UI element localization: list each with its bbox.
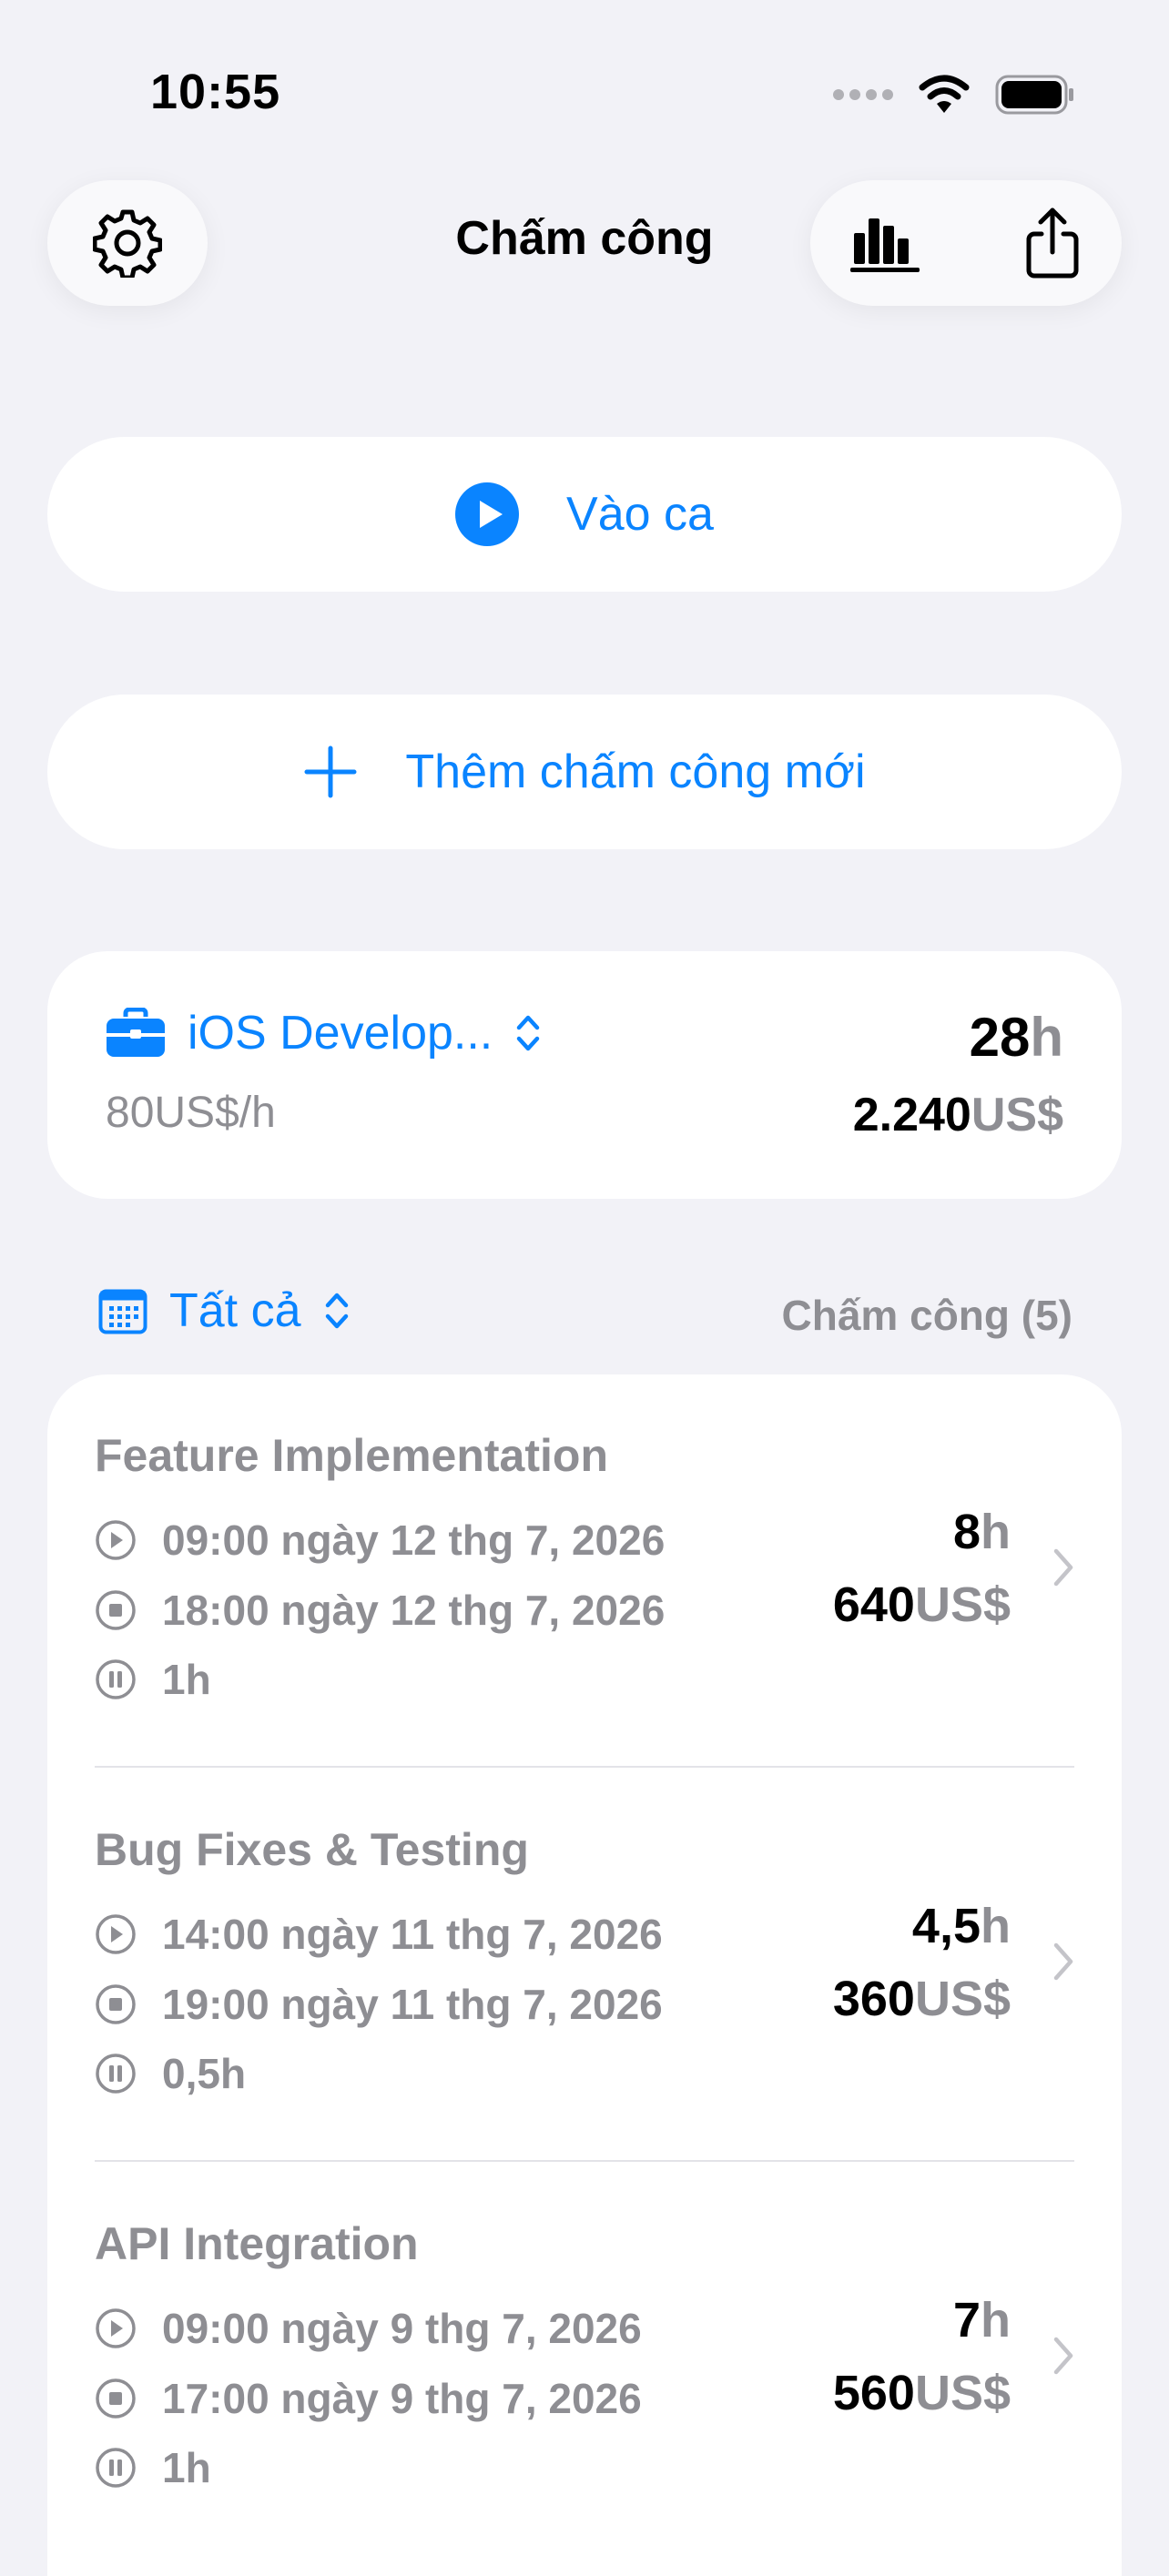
end-time-icon xyxy=(96,2378,136,2419)
entry-start: 09:00 ngày 12 thg 7, 2026 xyxy=(95,1516,665,1565)
job-summary-card: iOS Develop... 80US$/h 28h 2.240US$ xyxy=(47,951,1122,1199)
date-filter-selector[interactable]: Tất cả xyxy=(98,1283,351,1338)
entry-hours: 7h xyxy=(952,2293,1011,2348)
entry-title: API Integration xyxy=(95,2218,419,2269)
entry-start: 09:00 ngày 9 thg 7, 2026 xyxy=(95,2304,642,2353)
status-icons xyxy=(833,67,1075,122)
statistics-chart-icon[interactable] xyxy=(850,213,920,273)
chevron-right-icon xyxy=(1053,1548,1073,1587)
play-circle-icon xyxy=(455,482,520,546)
chevron-right-icon xyxy=(1053,1942,1073,1981)
share-icon[interactable] xyxy=(1023,207,1082,279)
entry-hours: 8h xyxy=(952,1505,1011,1559)
end-time-icon xyxy=(96,1984,136,2024)
timesheet-entry[interactable]: Feature Implementation 09:00 ngày 12 thg… xyxy=(47,1374,1122,1769)
chevron-up-down-icon xyxy=(325,1293,348,1329)
entry-amount: 360US$ xyxy=(832,1972,1011,2026)
entry-break: 1h xyxy=(95,1655,211,1704)
status-time: 10:55 xyxy=(150,65,281,119)
entry-amount: 560US$ xyxy=(832,2366,1011,2420)
date-filter-label: Tất cả xyxy=(169,1284,301,1337)
job-total-hours: 28h xyxy=(969,1007,1063,1068)
timesheet-entry[interactable]: API Integration 09:00 ngày 9 thg 7, 2026… xyxy=(47,2163,1122,2557)
start-time-icon xyxy=(96,2308,136,2348)
entry-end: 18:00 ngày 12 thg 7, 2026 xyxy=(95,1586,665,1635)
pause-icon xyxy=(96,1659,136,1699)
chevron-right-icon xyxy=(1053,2337,1073,2375)
cellular-signal-icon xyxy=(833,89,893,100)
clock-in-label: Vào ca xyxy=(566,488,714,541)
entry-end: 17:00 ngày 9 thg 7, 2026 xyxy=(95,2374,642,2423)
timesheet-count: Chấm công (5) xyxy=(781,1292,1072,1339)
list-divider xyxy=(95,2160,1074,2162)
calendar-icon xyxy=(98,1289,147,1334)
list-divider xyxy=(95,1766,1074,1768)
nav-right-buttons xyxy=(810,180,1122,306)
add-timesheet-label: Thêm chấm công mới xyxy=(405,745,866,798)
chevron-up-down-icon xyxy=(517,1015,540,1051)
entry-amount: 640US$ xyxy=(832,1577,1011,1632)
entry-title: Feature Implementation xyxy=(95,1430,608,1481)
entry-end: 19:00 ngày 11 thg 7, 2026 xyxy=(95,1980,663,2029)
entry-hours: 4,5h xyxy=(911,1899,1011,1953)
job-total-earnings: 2.240US$ xyxy=(852,1089,1063,1141)
pause-icon xyxy=(96,2448,136,2488)
job-hourly-rate: 80US$/h xyxy=(106,1089,276,1137)
plus-icon xyxy=(304,745,357,798)
start-time-icon xyxy=(96,1520,136,1560)
end-time-icon xyxy=(96,1590,136,1630)
briefcase-icon xyxy=(107,1008,165,1057)
pause-icon xyxy=(96,2054,136,2094)
job-name: iOS Develop... xyxy=(188,1007,493,1060)
timesheet-entry[interactable]: Bug Fixes & Testing 14:00 ngày 11 thg 7,… xyxy=(47,1769,1122,2163)
entry-title: Bug Fixes & Testing xyxy=(95,1824,529,1875)
clock-in-button[interactable]: Vào ca xyxy=(47,437,1122,592)
entry-break: 0,5h xyxy=(95,2049,246,2098)
entry-break: 1h xyxy=(95,2443,211,2492)
job-selector[interactable]: iOS Develop... xyxy=(106,1006,542,1060)
start-time-icon xyxy=(96,1914,136,1954)
wifi-icon xyxy=(919,75,970,113)
add-timesheet-button[interactable]: Thêm chấm công mới xyxy=(47,695,1122,849)
entry-start: 14:00 ngày 11 thg 7, 2026 xyxy=(95,1910,663,1959)
timesheet-list: Feature Implementation 09:00 ngày 12 thg… xyxy=(47,1374,1122,2576)
battery-icon xyxy=(995,75,1073,115)
